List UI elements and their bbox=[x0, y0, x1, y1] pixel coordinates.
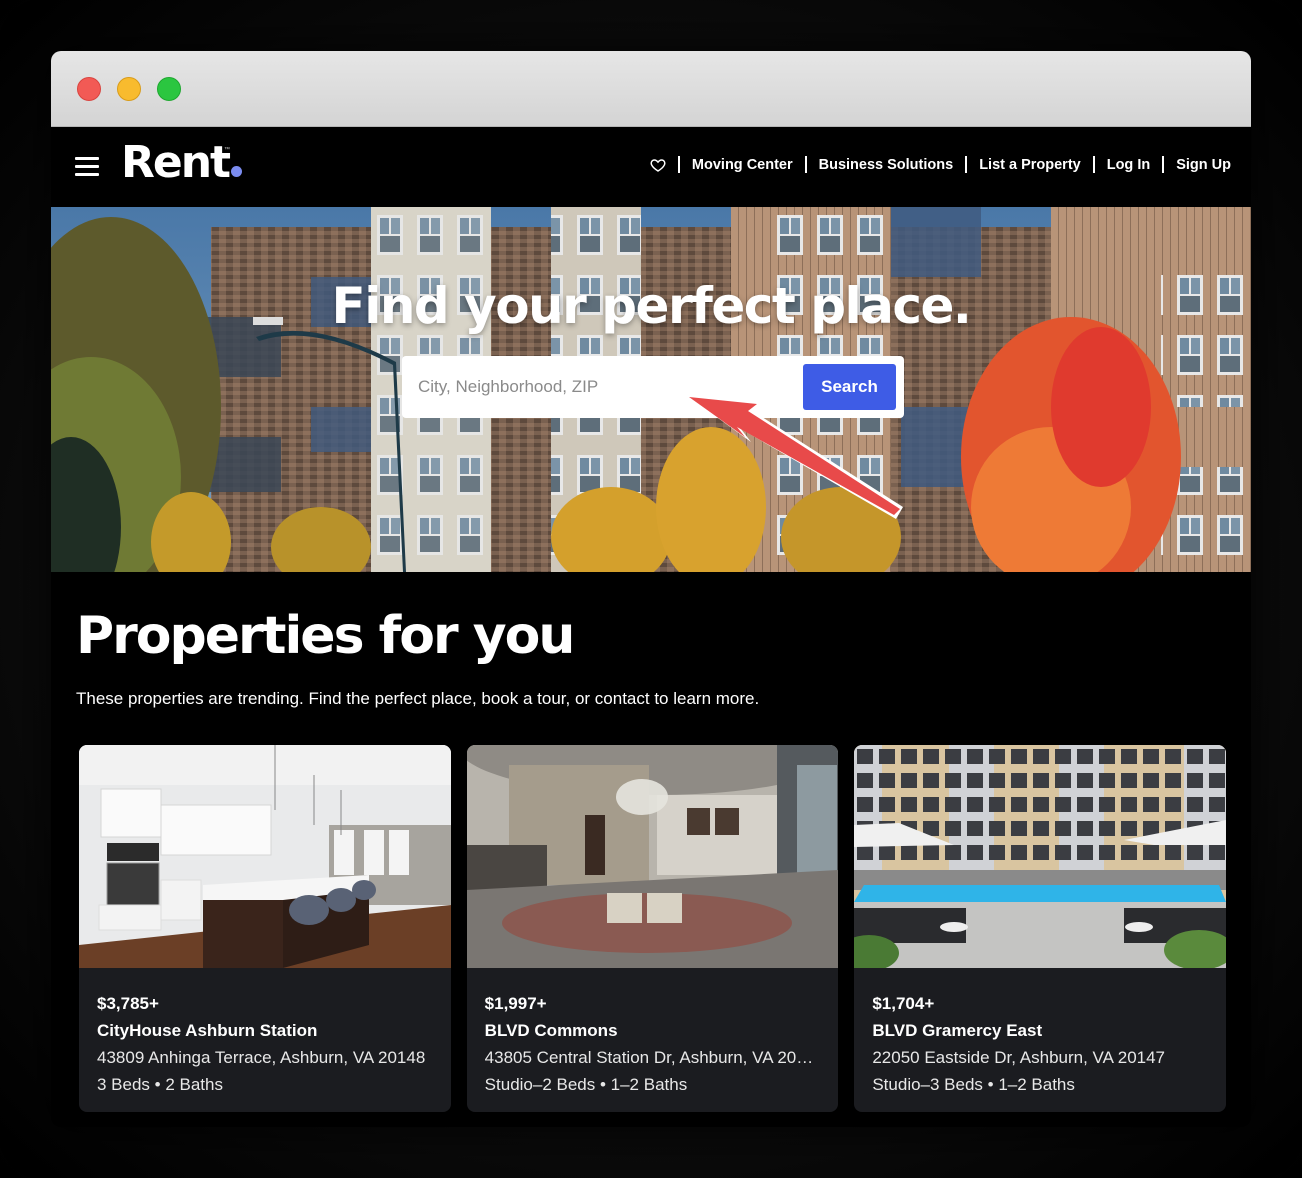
property-photo-pool bbox=[854, 745, 1227, 972]
property-card[interactable]: $3,785+ CityHouse Ashburn Station 43809 … bbox=[79, 745, 451, 1113]
header-nav: Moving Center Business Solutions List a … bbox=[650, 156, 1231, 173]
logo-text: Rent bbox=[121, 137, 231, 188]
section-title: Properties for you bbox=[76, 606, 575, 666]
site-header: Rent ™ Moving Center Business Solutions … bbox=[51, 127, 1251, 207]
nav-divider bbox=[677, 156, 680, 173]
nav-divider bbox=[965, 156, 968, 173]
heart-icon[interactable] bbox=[650, 157, 666, 173]
search-bar: Search bbox=[402, 356, 904, 418]
property-card[interactable]: $1,997+ BLVD Commons 43805 Central Stati… bbox=[466, 745, 839, 1113]
location-search-input[interactable] bbox=[402, 356, 802, 418]
nav-link-business-solutions[interactable]: Business Solutions bbox=[819, 157, 954, 173]
section-subtitle: These properties are trending. Find the … bbox=[76, 689, 760, 709]
property-price: $1,704+ bbox=[872, 994, 935, 1014]
property-photo-kitchen bbox=[79, 745, 451, 969]
property-details: Studio–2 Beds • 1–2 Baths bbox=[484, 1075, 688, 1095]
property-price: $3,785+ bbox=[97, 994, 159, 1014]
window-titlebar bbox=[51, 51, 1251, 127]
property-cards: $3,785+ CityHouse Ashburn Station 43809 … bbox=[76, 745, 1227, 1113]
logo-dot bbox=[231, 166, 243, 177]
nav-divider bbox=[1092, 156, 1095, 173]
property-price: $1,997+ bbox=[484, 994, 547, 1014]
search-button[interactable]: Search bbox=[803, 364, 896, 410]
property-details: 3 Beds • 2 Baths bbox=[97, 1075, 223, 1095]
nav-link-sign-up[interactable]: Sign Up bbox=[1176, 157, 1231, 173]
property-address: 43805 Central Station Dr, Ashburn, VA 20… bbox=[484, 1048, 821, 1068]
close-window-button[interactable] bbox=[77, 77, 101, 101]
maximize-window-button[interactable] bbox=[157, 77, 181, 101]
trademark-mark: ™ bbox=[224, 147, 230, 153]
property-name[interactable]: CityHouse Ashburn Station bbox=[97, 1020, 433, 1042]
nav-link-list-property[interactable]: List a Property bbox=[979, 157, 1081, 173]
property-name[interactable]: BLVD Commons bbox=[485, 1020, 821, 1042]
nav-link-moving-center[interactable]: Moving Center bbox=[692, 157, 793, 173]
property-address: 43809 Anhinga Terrace, Ashburn, VA 20148 bbox=[97, 1048, 426, 1068]
nav-link-log-in[interactable]: Log In bbox=[1107, 157, 1151, 173]
properties-section: Properties for you These properties are … bbox=[51, 606, 1251, 1113]
nav-divider bbox=[804, 156, 807, 173]
browser-window: Rent ™ Moving Center Business Solutions … bbox=[51, 51, 1251, 1127]
property-details: Studio–3 Beds • 1–2 Baths bbox=[872, 1075, 1075, 1095]
property-address: 22050 Eastside Dr, Ashburn, VA 20147 bbox=[872, 1048, 1166, 1068]
property-name[interactable]: BLVD Gramercy East bbox=[872, 1020, 1208, 1042]
hero-title: Find your perfect place. bbox=[331, 277, 972, 335]
property-photo-lobby bbox=[466, 745, 839, 969]
minimize-window-button[interactable] bbox=[117, 77, 141, 101]
nav-divider bbox=[1162, 156, 1165, 173]
hamburger-menu-icon[interactable] bbox=[75, 157, 99, 177]
property-card[interactable]: $1,704+ BLVD Gramercy East 22050 Eastsid… bbox=[854, 745, 1227, 1113]
hero-banner: Find your perfect place. Search bbox=[51, 207, 1251, 572]
